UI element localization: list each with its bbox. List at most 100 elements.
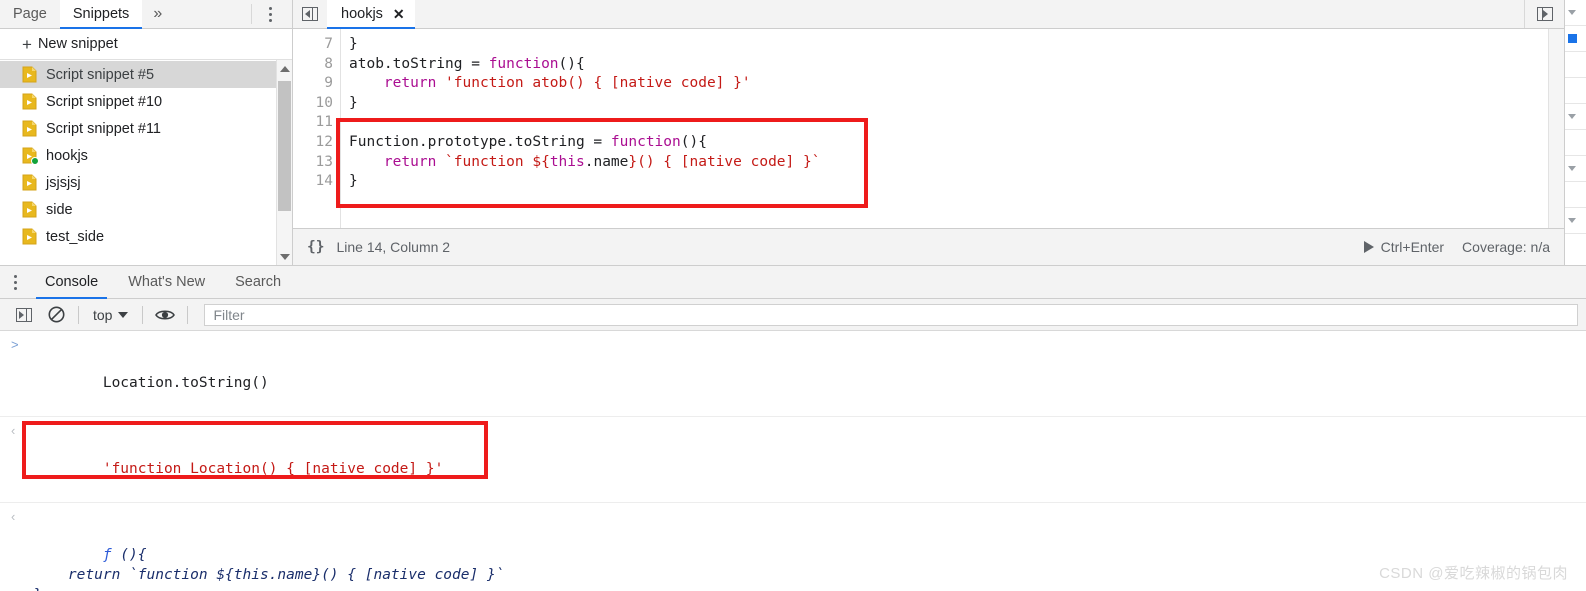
- code-token: function: [488, 55, 559, 72]
- tab-whats-new-label: What's New: [128, 274, 206, 290]
- code-line: Function.prototype.toString = function()…: [349, 133, 1548, 153]
- console-result-row: ‹ 'function Location() { [native code] }…: [0, 417, 1586, 504]
- script-file-icon: [22, 120, 37, 137]
- console-sidebar-toggle-button[interactable]: [8, 299, 40, 331]
- devtools-window: Page Snippets » + New snippet Script sni…: [0, 0, 1586, 591]
- line-number: 12: [315, 133, 333, 150]
- tab-whats-new[interactable]: What's New: [113, 266, 220, 298]
- code-token: (){: [680, 133, 707, 150]
- coverage-label: Coverage: n/a: [1462, 239, 1550, 255]
- scroll-down-arrow-icon[interactable]: [277, 248, 293, 265]
- panel-collapse-right-icon: [1536, 7, 1553, 21]
- list-item[interactable]: test_side: [0, 223, 292, 250]
- code-token: }: [349, 94, 358, 111]
- editor-tab-hookjs[interactable]: hookjs ✕: [327, 0, 415, 29]
- sliver-section[interactable]: [1565, 156, 1586, 182]
- line-number: 7: [324, 36, 333, 52]
- scroll-up-arrow-icon[interactable]: [277, 60, 293, 77]
- function-body-close: }: [33, 587, 42, 591]
- navigator-divider: [251, 4, 252, 24]
- run-shortcut-label: Ctrl+Enter: [1380, 239, 1445, 255]
- drawer-more-options-icon[interactable]: [0, 266, 30, 298]
- status-bar-right: Ctrl+Enter Coverage: n/a: [1363, 239, 1550, 255]
- list-item[interactable]: hookjs: [0, 142, 292, 169]
- sliver-section[interactable]: [1565, 52, 1586, 78]
- execution-context-selector[interactable]: top: [85, 307, 136, 323]
- console-function-result-row: ‹ ƒ (){ return `function ${this.name}() …: [0, 503, 1586, 591]
- script-file-icon: [22, 174, 37, 191]
- more-tabs-glyph: »: [153, 5, 162, 22]
- toolbar-separator: [187, 305, 189, 324]
- top-area: Page Snippets » + New snippet Script sni…: [0, 0, 1586, 265]
- code-token: }: [349, 36, 358, 52]
- line-number: 13: [315, 153, 333, 170]
- nav-tab-snippets[interactable]: Snippets: [59, 0, 143, 29]
- console-output[interactable]: > Location.toString() ‹ 'function Locati…: [0, 331, 1586, 591]
- toolbar-separator: [142, 305, 144, 324]
- close-icon[interactable]: ✕: [393, 7, 405, 21]
- sliver-section[interactable]: [1565, 130, 1586, 156]
- code-line: }: [349, 35, 1548, 55]
- line-number: 8: [324, 55, 333, 72]
- console-input-row[interactable]: > Location.toString(): [0, 331, 1586, 418]
- navigator-more-options-icon[interactable]: [260, 0, 280, 28]
- tab-search[interactable]: Search: [220, 266, 296, 298]
- code-line: }: [349, 172, 1548, 192]
- scrollbar-track[interactable]: [277, 77, 293, 248]
- console-input-chevron-icon: >: [11, 337, 19, 352]
- kebab-dot: [268, 18, 272, 22]
- sliver-section[interactable]: [1565, 208, 1586, 234]
- pretty-print-icon[interactable]: {}: [307, 239, 324, 255]
- code-token: }() { [native code] }`: [628, 153, 821, 170]
- list-item[interactable]: Script snippet #5: [0, 61, 292, 88]
- tab-console[interactable]: Console: [30, 266, 113, 299]
- list-item[interactable]: side: [0, 196, 292, 223]
- script-file-icon: [22, 93, 37, 110]
- sliver-section[interactable]: [1565, 78, 1586, 104]
- code-token: .name: [584, 153, 629, 170]
- code-token: function: [610, 133, 681, 150]
- navigator-panel: Page Snippets » + New snippet Script sni…: [0, 0, 293, 265]
- list-item-label: test_side: [46, 228, 105, 245]
- sliver-section[interactable]: [1565, 26, 1586, 52]
- run-snippet-hint[interactable]: Ctrl+Enter: [1363, 239, 1445, 255]
- list-item[interactable]: Script snippet #10: [0, 88, 292, 115]
- chevron-down-icon: [1568, 218, 1576, 223]
- running-status-dot: [31, 157, 39, 165]
- execution-context-label: top: [93, 306, 113, 323]
- line-number: 11: [315, 114, 333, 131]
- clear-console-button[interactable]: [40, 299, 72, 331]
- sliver-section[interactable]: [1565, 104, 1586, 130]
- show-navigator-button[interactable]: [293, 0, 327, 28]
- list-item[interactable]: Script snippet #11: [0, 115, 292, 142]
- console-filter-input[interactable]: Filter: [204, 303, 1578, 326]
- sliver-section[interactable]: [1565, 0, 1586, 26]
- code-content[interactable]: } atob.toString = function(){ return 'fun…: [341, 29, 1548, 228]
- navigator-scrollbar[interactable]: [276, 60, 292, 265]
- list-item[interactable]: jsjsjsj: [0, 169, 292, 196]
- live-expression-button[interactable]: [149, 299, 181, 331]
- new-snippet-button[interactable]: + New snippet: [0, 29, 292, 60]
- sliver-section[interactable]: [1565, 182, 1586, 208]
- function-signature: (){: [111, 546, 147, 563]
- nav-tab-page[interactable]: Page: [0, 0, 60, 28]
- more-tabs-icon[interactable]: »: [142, 0, 172, 28]
- list-item-label: hookjs: [46, 147, 88, 164]
- editor-scrollbar[interactable]: [1548, 29, 1564, 228]
- console-output-chevron-icon: ‹: [11, 509, 16, 525]
- show-debugger-button[interactable]: [1524, 0, 1564, 28]
- drawer-tabbar: Console What's New Search: [0, 266, 1586, 299]
- console-expression: Location.toString(): [102, 374, 269, 391]
- code-editor[interactable]: 7 8 9 10 11 12 13 14 } atob.toString = fu…: [293, 29, 1548, 228]
- console-filter-placeholder: Filter: [213, 306, 245, 323]
- kebab-dot: [268, 6, 272, 10]
- script-file-icon: [22, 201, 37, 218]
- line-number-gutter: 7 8 9 10 11 12 13 14: [293, 29, 341, 228]
- console-sidebar-icon: [16, 307, 32, 322]
- scrollbar-thumb[interactable]: [277, 81, 291, 211]
- list-item-label: side: [46, 201, 73, 218]
